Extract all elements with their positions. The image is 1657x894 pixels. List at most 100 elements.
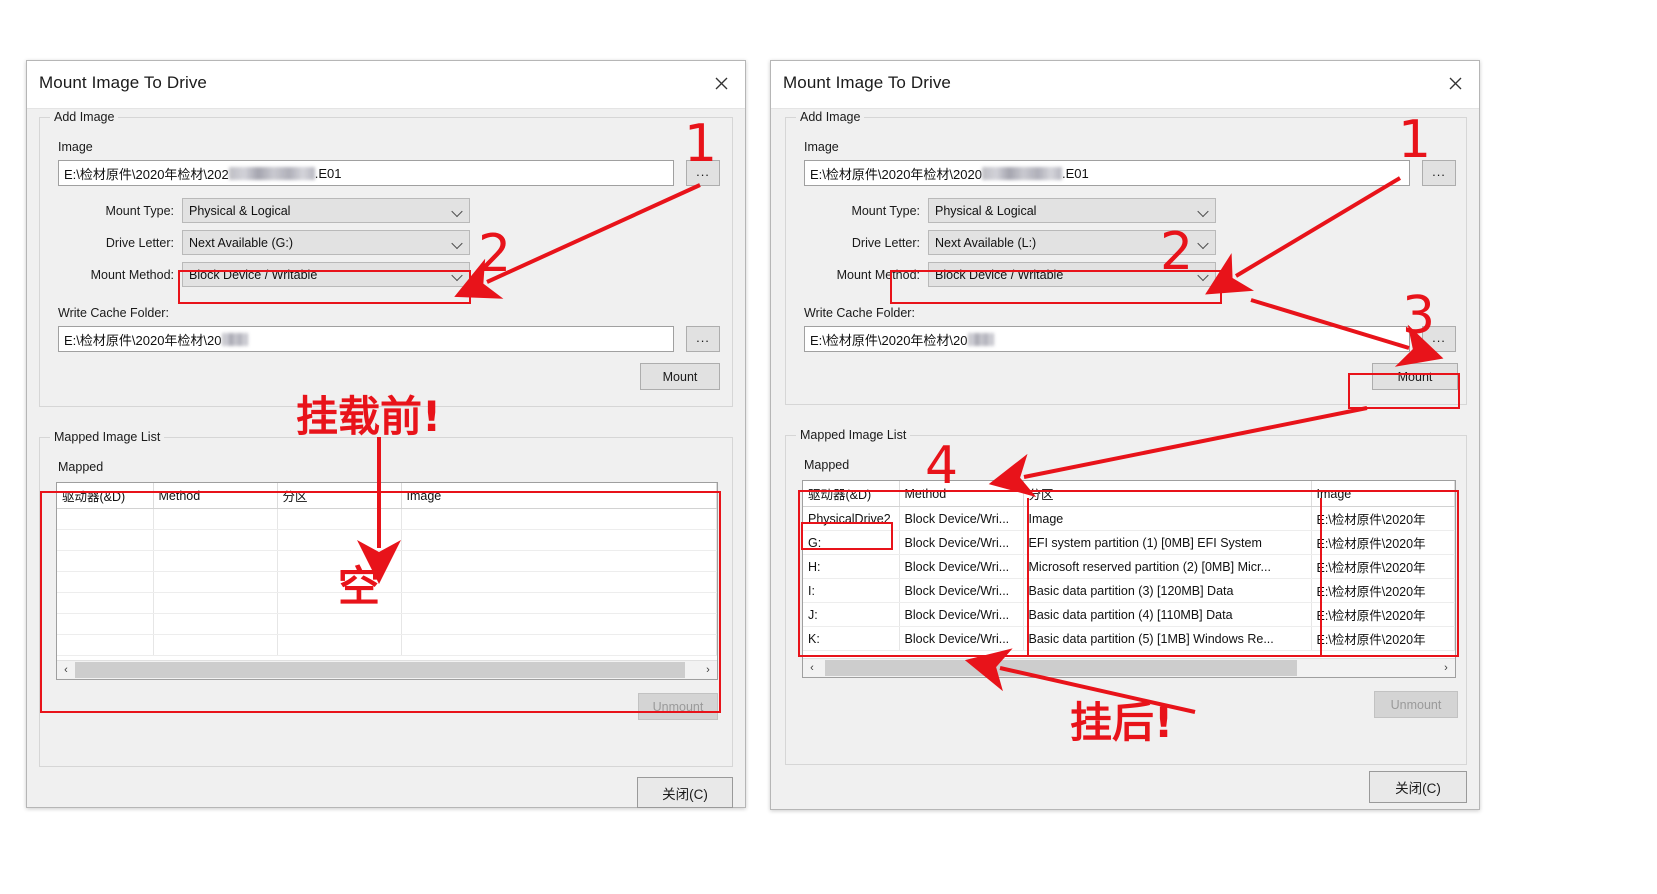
title-bar-left: Mount Image To Drive (27, 61, 745, 109)
mapped-image-list-group-left: Mapped Image List Mapped 驱动器(&D) Method … (39, 430, 733, 767)
mount-method-label-left: Mount Method: (90, 268, 174, 282)
col-header-image-left[interactable]: Image (401, 483, 717, 509)
close-x-icon[interactable] (701, 65, 741, 101)
redacted-block (981, 166, 1062, 180)
write-cache-browse-button-right[interactable]: ... (1422, 326, 1456, 352)
unmount-button-left[interactable]: Unmount (638, 693, 718, 720)
mount-image-dialog-left: Mount Image To Drive Add Image Image E:\… (26, 60, 746, 808)
table-row[interactable]: H: Block Device/Wri... Microsoft reserved … (803, 554, 1455, 579)
chevron-down-icon (453, 206, 462, 215)
drive-letter-select-left[interactable]: Next Available (G:) (182, 230, 470, 255)
mount-method-label-right: Mount Method: (836, 268, 920, 282)
image-path-ext-right: .E01 (1061, 165, 1089, 181)
image-path-input-right[interactable]: E:\检材原件\2020年检材\2020 .E01 (804, 160, 1410, 186)
drive-letter-label-right: Drive Letter: (851, 236, 920, 250)
image-browse-button-right[interactable]: ... (1422, 160, 1456, 186)
write-cache-label-left: Write Cache Folder: (58, 306, 169, 320)
add-image-group-right: Add Image Image E:\检材原件\2020年检材\2020 .E01… (785, 110, 1467, 405)
mapped-image-list-group-right: Mapped Image List Mapped 驱动器(&D) Method … (785, 428, 1467, 765)
mapped-grid-right: 驱动器(&D) Method 分区 Image PhysicalDrive2 Bl… (803, 481, 1455, 651)
mapped-group-title-right: Mapped Image List (796, 428, 911, 442)
cell-partition: EFI system partition (1) [0MB] EFI Syste… (1023, 530, 1312, 555)
scroll-left-arrow-right[interactable]: ‹ (803, 659, 821, 677)
mount-image-dialog-right: Mount Image To Drive Add Image Image E:\… (770, 60, 1480, 810)
add-image-group-title-right: Add Image (796, 110, 865, 124)
col-header-partition-right[interactable]: 分区 (1023, 481, 1312, 507)
table-row (57, 550, 717, 572)
table-row[interactable]: PhysicalDrive2 Block Device/Wri... Image E:… (803, 506, 1455, 531)
mount-type-label-right: Mount Type: (851, 204, 920, 218)
col-header-drive-right[interactable]: 驱动器(&D) (803, 481, 900, 507)
cell-method: Block Device/Wri... (899, 626, 1024, 651)
redacted-block (221, 332, 248, 346)
scroll-track-left[interactable] (75, 661, 699, 679)
chevron-down-icon (1199, 270, 1208, 279)
cell-drive: H: (803, 554, 900, 579)
table-header-row-left: 驱动器(&D) Method 分区 Image (57, 483, 717, 509)
table-row (57, 613, 717, 635)
col-header-partition-left[interactable]: 分区 (277, 483, 402, 509)
image-browse-button-left[interactable]: ... (686, 160, 720, 186)
write-cache-input-left[interactable]: E:\检材原件\2020年检材\20 (58, 326, 674, 352)
mount-method-select-right[interactable]: Block Device / Writable (928, 262, 1216, 287)
write-cache-label-right: Write Cache Folder: (804, 306, 915, 320)
cell-partition: Basic data partition (3) [120MB] Data (1023, 578, 1312, 603)
unmount-button-right[interactable]: Unmount (1374, 691, 1458, 718)
mount-type-select-left[interactable]: Physical & Logical (182, 198, 470, 223)
close-button-right[interactable]: 关闭(C) (1369, 771, 1467, 803)
table-row[interactable]: G: Block Device/Wri... EFI system partitio… (803, 530, 1455, 555)
cell-image: E:\检材原件\2020年 (1311, 530, 1455, 555)
mapped-table-right[interactable]: 驱动器(&D) Method 分区 Image PhysicalDrive2 Bl… (802, 480, 1456, 678)
cell-drive: K: (803, 626, 900, 651)
title-bar-right: Mount Image To Drive (771, 61, 1479, 109)
close-x-icon[interactable] (1435, 65, 1475, 101)
image-path-input-left[interactable]: E:\检材原件\2020年检材\202 .E01 (58, 160, 674, 186)
scroll-thumb-right[interactable] (825, 660, 1297, 676)
table-row[interactable]: K: Block Device/Wri... Basic data partitio… (803, 626, 1455, 651)
scroll-track-right[interactable] (821, 659, 1437, 677)
scroll-right-arrow-left[interactable]: › (699, 661, 717, 679)
horizontal-scrollbar-left[interactable]: ‹ › (57, 660, 717, 679)
scroll-thumb-left[interactable] (75, 662, 685, 678)
mount-type-select-right[interactable]: Physical & Logical (928, 198, 1216, 223)
add-image-group-title-left: Add Image (50, 110, 119, 124)
mount-type-value-left: Physical & Logical (189, 203, 291, 218)
image-label-right: Image (804, 140, 839, 154)
cell-drive: I: (803, 578, 900, 603)
image-label-left: Image (58, 140, 93, 154)
mount-method-select-left[interactable]: Block Device / Writable (182, 262, 470, 287)
table-row[interactable]: I: Block Device/Wri... Basic data partitio… (803, 578, 1455, 603)
mount-type-value-right: Physical & Logical (935, 203, 1037, 218)
scroll-right-arrow-right[interactable]: › (1437, 659, 1455, 677)
cell-image: E:\检材原件\2020年 (1311, 554, 1455, 579)
table-row (57, 592, 717, 614)
table-row[interactable]: J: Block Device/Wri... Basic data partitio… (803, 602, 1455, 627)
col-header-image-right[interactable]: Image (1311, 481, 1455, 507)
scroll-left-arrow-left[interactable]: ‹ (57, 661, 75, 679)
cell-drive: PhysicalDrive2 (803, 506, 900, 531)
cell-method: Block Device/Wri... (899, 602, 1024, 627)
mapped-grid-left: 驱动器(&D) Method 分区 Image (57, 483, 717, 656)
redacted-block (228, 166, 315, 180)
cell-image: E:\检材原件\2020年 (1311, 602, 1455, 627)
mount-button-left[interactable]: Mount (640, 363, 720, 390)
col-header-drive-left[interactable]: 驱动器(&D) (57, 483, 154, 509)
drive-letter-value-left: Next Available (G:) (189, 235, 293, 250)
drive-letter-select-right[interactable]: Next Available (L:) (928, 230, 1216, 255)
close-button-left[interactable]: 关闭(C) (637, 777, 733, 808)
chevron-down-icon (1199, 238, 1208, 247)
image-path-value-left: E:\检材原件\2020年检材\202 (64, 166, 229, 182)
cell-method: Block Device/Wri... (899, 506, 1024, 531)
write-cache-value-right: E:\检材原件\2020年检材\20 (810, 332, 968, 348)
mount-button-right[interactable]: Mount (1372, 363, 1458, 390)
write-cache-input-right[interactable]: E:\检材原件\2020年检材\20 (804, 326, 1410, 352)
mapped-table-left[interactable]: 驱动器(&D) Method 分区 Image ‹ › (56, 482, 718, 680)
col-header-method-left[interactable]: Method (153, 483, 278, 509)
col-header-method-right[interactable]: Method (899, 481, 1024, 507)
cell-partition: Image (1023, 506, 1312, 531)
horizontal-scrollbar-right[interactable]: ‹ › (803, 658, 1455, 677)
mapped-table-body-right: PhysicalDrive2 Block Device/Wri... Image E:… (803, 506, 1455, 651)
write-cache-browse-button-left[interactable]: ... (686, 326, 720, 352)
dialog-title-right: Mount Image To Drive (783, 73, 951, 92)
dialog-body-left: Add Image Image E:\检材原件\2020年检材\202 .E01 … (27, 109, 745, 808)
